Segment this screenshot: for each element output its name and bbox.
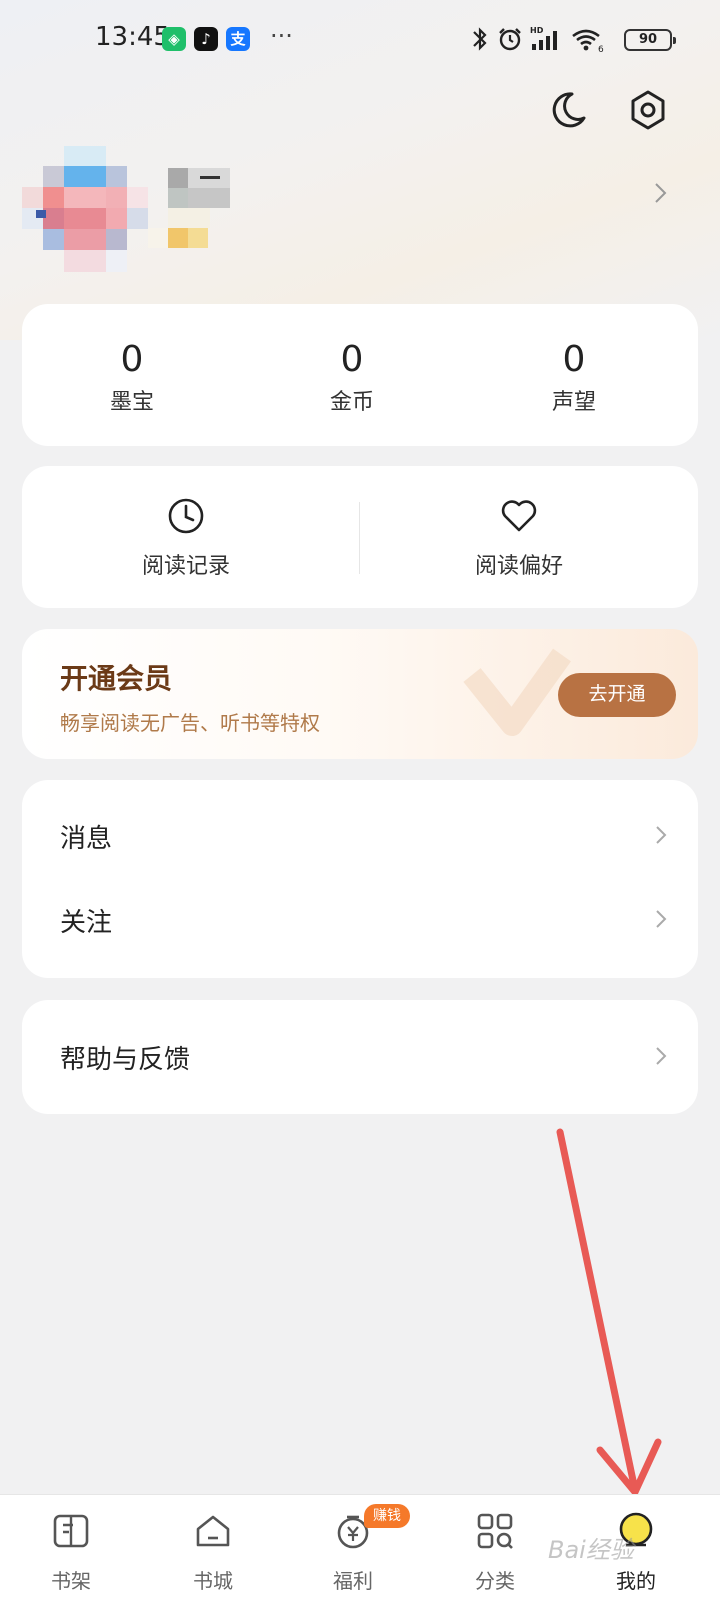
menu-card: 消息 关注	[22, 780, 698, 978]
stat-value: 0	[562, 339, 586, 380]
nav-category[interactable]: 分类	[440, 1495, 550, 1600]
vip-subtitle: 畅享阅读无广告、听书等特权	[60, 711, 320, 735]
open-vip-button[interactable]: 去开通	[558, 673, 676, 717]
vip-title: 开通会员	[60, 662, 173, 695]
annotation-arrow	[556, 1128, 662, 1496]
alarm-icon	[499, 28, 521, 51]
stat-value: 0	[120, 339, 144, 380]
nav-bookshelf[interactable]: 书架	[16, 1495, 126, 1600]
bookstore-icon	[196, 1515, 230, 1547]
menu-item-messages[interactable]: 消息	[22, 796, 698, 876]
alipay-app-icon: 支	[226, 27, 250, 51]
signal-icon: HD	[530, 26, 557, 50]
divider	[359, 502, 360, 574]
help-card: 帮助与反馈	[22, 1000, 698, 1114]
svg-text:6: 6	[598, 45, 604, 54]
nav-label: 我的	[616, 1569, 656, 1593]
menu-label: 关注	[60, 908, 113, 938]
menu-label: 帮助与反馈	[60, 1045, 191, 1075]
security-app-icon: ◈	[162, 27, 186, 51]
chevron-right-icon	[656, 910, 667, 928]
reading-preference-label: 阅读偏好	[474, 554, 563, 579]
menu-item-help-feedback[interactable]: 帮助与反馈	[22, 1017, 698, 1097]
nav-bookstore[interactable]: 书城	[158, 1495, 268, 1600]
battery-indicator: 90	[624, 29, 676, 51]
watermark: Bai经验	[548, 1536, 634, 1564]
chevron-right-icon	[656, 826, 667, 844]
bluetooth-icon	[473, 27, 487, 51]
chevron-right-icon	[656, 1047, 667, 1065]
nav-label: 书架	[51, 1569, 91, 1593]
tiktok-app-icon: ♪	[194, 27, 218, 51]
status-bar: 13:45 ◈ ♪ 支 ··· HD 6 90	[0, 0, 720, 80]
wifi-icon: 6	[572, 29, 604, 54]
nav-label: 分类	[475, 1569, 515, 1593]
earn-money-badge: 赚钱	[364, 1504, 410, 1528]
stat-coins[interactable]: 0 金币	[272, 340, 432, 416]
svg-text:HD: HD	[530, 26, 544, 35]
profile-chevron-right-icon[interactable]	[650, 180, 670, 206]
menu-label: 消息	[60, 824, 113, 854]
stats-card: 0 墨宝 0 金币 0 声望	[22, 304, 698, 446]
vip-banner[interactable]: 开通会员 畅享阅读无广告、听书等特权 去开通	[22, 629, 698, 759]
stat-value: 0	[340, 339, 364, 380]
clock-icon	[168, 498, 204, 534]
menu-item-follow[interactable]: 关注	[22, 880, 698, 960]
nav-label: 福利	[333, 1569, 373, 1593]
username-blurred	[148, 168, 230, 248]
reading-history-label: 阅读记录	[141, 554, 230, 579]
status-time: 13:45	[95, 22, 170, 52]
stat-reputation[interactable]: 0 声望	[494, 340, 654, 416]
bookshelf-icon	[53, 1514, 89, 1548]
settings-icon[interactable]	[626, 88, 670, 132]
stat-label: 声望	[551, 390, 596, 415]
heart-icon	[501, 500, 537, 532]
more-notifications-icon: ···	[270, 22, 293, 50]
nav-label: 书城	[193, 1569, 233, 1593]
stat-label: 金币	[329, 390, 374, 415]
quick-actions-card: 阅读记录 阅读偏好	[22, 466, 698, 608]
reading-preference-button[interactable]: 阅读偏好	[419, 496, 619, 580]
night-mode-icon[interactable]	[546, 88, 590, 132]
reading-history-button[interactable]: 阅读记录	[86, 496, 286, 580]
category-icon	[477, 1513, 513, 1549]
avatar[interactable]	[22, 146, 148, 272]
stat-label: 墨宝	[109, 390, 154, 415]
stat-mobao[interactable]: 0 墨宝	[52, 340, 212, 416]
